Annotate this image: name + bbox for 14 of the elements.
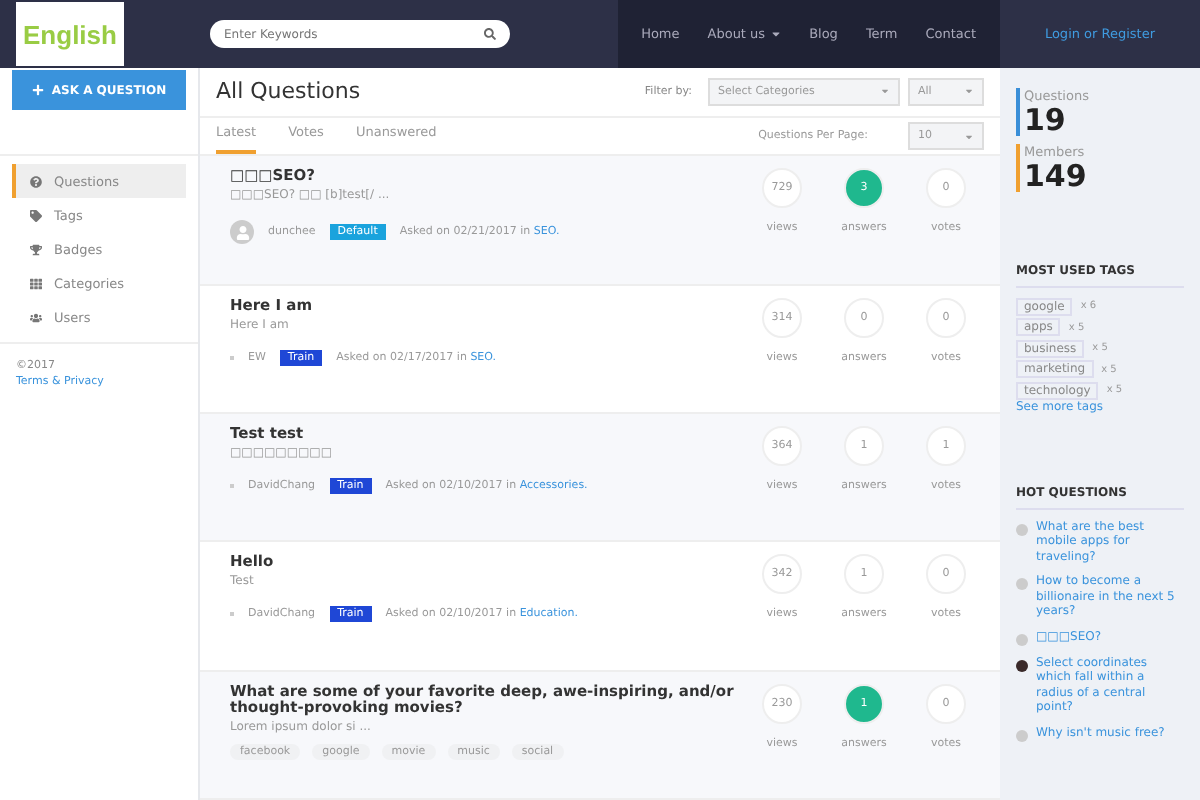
plus-icon (31, 84, 44, 96)
logo[interactable]: English (16, 2, 124, 66)
help-icon (30, 175, 42, 187)
stat-value: 19 (1024, 104, 1068, 136)
page-title: All Questions (216, 78, 361, 105)
caret-icon (964, 131, 974, 142)
stat-value: 149 (1024, 160, 1089, 192)
caret-icon (880, 86, 890, 97)
search-icon[interactable] (484, 28, 496, 40)
tag-icon (30, 209, 42, 221)
caret-icon (964, 86, 974, 97)
trophy-icon (30, 243, 42, 255)
users-icon (30, 311, 42, 323)
grid-icon (30, 277, 42, 289)
